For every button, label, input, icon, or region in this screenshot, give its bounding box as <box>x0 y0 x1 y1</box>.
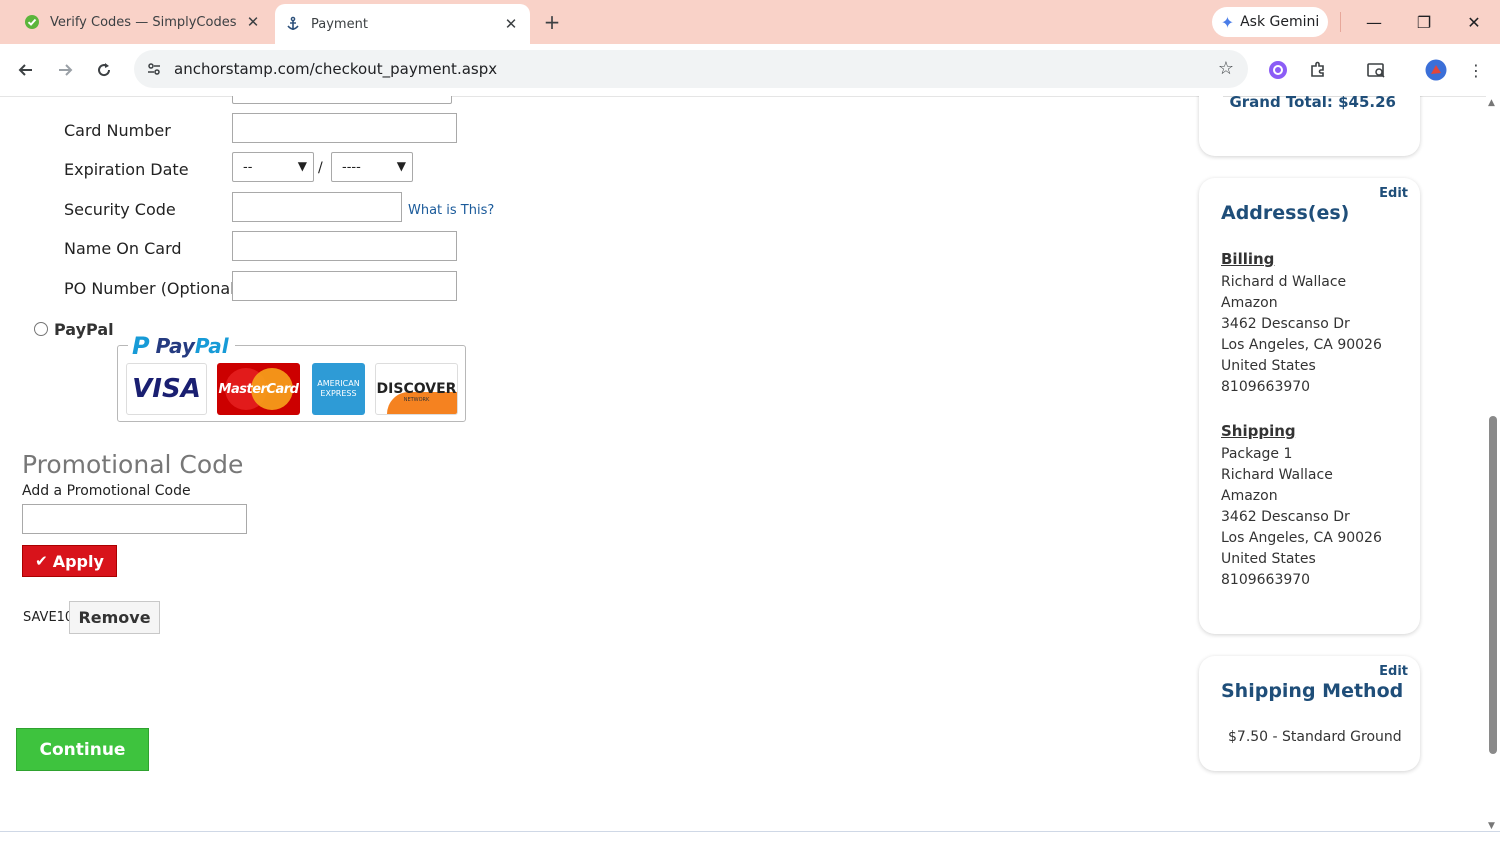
billing-line: Richard d Wallace <box>1221 274 1347 290</box>
window-close-icon[interactable]: ✕ <box>1460 8 1488 36</box>
remove-button[interactable]: Remove <box>69 601 160 634</box>
edit-shipping-link[interactable]: Edit <box>1379 664 1408 679</box>
paypal-p-icon: P <box>132 332 150 360</box>
tab-search-icon[interactable] <box>1364 58 1388 82</box>
bookmark-star-icon[interactable]: ☆ <box>1218 58 1234 79</box>
po-number-input[interactable] <box>232 271 457 301</box>
site-settings-icon[interactable] <box>144 59 164 79</box>
addresses-heading: Address(es) <box>1221 202 1350 224</box>
expiration-date-label: Expiration Date <box>64 160 189 179</box>
what-is-this-link[interactable]: What is This? <box>408 203 494 218</box>
shipping-method-heading: Shipping Method <box>1221 680 1404 702</box>
name-on-card-label: Name On Card <box>64 239 182 258</box>
tab-title: Verify Codes — SimplyCodes <box>50 14 237 30</box>
menu-kebab-icon[interactable]: ⋮ <box>1464 58 1488 82</box>
billing-line: United States <box>1221 358 1316 374</box>
promo-code-input[interactable] <box>22 504 247 534</box>
card-number-input[interactable] <box>232 113 457 143</box>
amex-logo: AMERICAN EXPRESS <box>312 363 365 415</box>
paypal-logo: P Pay Pal <box>128 332 235 360</box>
paypal-label: PayPal <box>54 320 114 339</box>
browser-toolbar: anchorstamp.com/checkout_payment.aspx ☆ … <box>0 44 1500 97</box>
shipping-line: Package 1 <box>1221 446 1293 462</box>
shipping-line: Los Angeles, CA 90026 <box>1221 530 1382 546</box>
shipping-heading: Shipping <box>1221 422 1296 440</box>
billing-line: 8109663970 <box>1221 379 1311 395</box>
tab-title: Payment <box>311 16 368 32</box>
applied-promo-code: SAVE10 <box>23 610 74 625</box>
exp-month-select[interactable]: -- ▼ <box>232 152 314 182</box>
reload-icon[interactable] <box>90 56 118 84</box>
shipping-line: Amazon <box>1221 488 1278 504</box>
bottom-edge <box>0 831 1500 844</box>
continue-button[interactable]: Continue <box>16 728 149 771</box>
apply-button[interactable]: ✔ Apply <box>22 545 117 577</box>
shipping-method-value: $7.50 - Standard Ground <box>1228 729 1402 745</box>
tab-strip: Verify Codes — SimplyCodes ✕ Payment ✕ +… <box>0 0 1500 44</box>
exp-month-value: -- <box>243 159 253 175</box>
gemini-sparkle-icon: ✦ <box>1220 12 1235 32</box>
order-summary-panel: Grand Total: $45.26 <box>1199 96 1420 156</box>
discover-logo: DISCOVER NETWORK <box>375 363 458 415</box>
security-code-input[interactable] <box>232 192 402 222</box>
ask-gemini-label: Ask Gemini <box>1240 14 1320 30</box>
exp-year-value: ---- <box>342 159 361 175</box>
scroll-up-icon[interactable]: ▲ <box>1488 98 1495 108</box>
tab-payment[interactable]: Payment ✕ <box>275 4 530 44</box>
promo-heading: Promotional Code <box>22 450 244 479</box>
edit-addresses-link[interactable]: Edit <box>1379 186 1408 201</box>
checkout-payment-page: Card Number Expiration Date -- ▼ / ---- … <box>0 96 1486 832</box>
po-number-label: PO Number (Optional) <box>64 279 241 298</box>
ask-gemini-button[interactable]: ✦ Ask Gemini <box>1212 7 1328 37</box>
divider <box>1340 12 1341 32</box>
shipping-line: United States <box>1221 551 1316 567</box>
exp-year-select[interactable]: ---- ▼ <box>331 152 413 182</box>
grand-total: Grand Total: $45.26 <box>1229 96 1396 111</box>
card-type-select[interactable] <box>232 96 452 104</box>
simplycodes-icon <box>24 14 40 30</box>
puzzle-extensions-icon[interactable] <box>1306 58 1330 82</box>
billing-heading: Billing <box>1221 250 1275 268</box>
billing-line: Amazon <box>1221 295 1278 311</box>
anchor-icon <box>285 16 301 32</box>
paypal-radio[interactable] <box>34 322 48 336</box>
checkmark-icon: ✔ <box>35 552 48 570</box>
card-number-label: Card Number <box>64 121 171 140</box>
tab-simplycodes[interactable]: Verify Codes — SimplyCodes ✕ <box>14 0 272 44</box>
url-text[interactable]: anchorstamp.com/checkout_payment.aspx <box>174 60 497 78</box>
back-icon[interactable] <box>12 56 40 84</box>
extension-icon[interactable] <box>1266 58 1290 82</box>
billing-line: 3462 Descanso Dr <box>1221 316 1350 332</box>
mastercard-logo: MasterCard <box>217 363 300 415</box>
billing-line: Los Angeles, CA 90026 <box>1221 337 1382 353</box>
shipping-line: Richard Wallace <box>1221 467 1333 483</box>
minimize-icon[interactable]: — <box>1360 8 1388 36</box>
shipping-method-panel: Edit Shipping Method $7.50 - Standard Gr… <box>1199 656 1420 771</box>
visa-logo: VISA <box>126 363 207 415</box>
shipping-line: 3462 Descanso Dr <box>1221 509 1350 525</box>
restore-icon[interactable]: ❐ <box>1410 8 1438 36</box>
scroll-down-icon[interactable]: ▼ <box>1488 821 1495 831</box>
shipping-line: 8109663970 <box>1221 572 1311 588</box>
close-tab-icon[interactable]: ✕ <box>500 13 522 35</box>
new-tab-icon[interactable]: + <box>540 10 564 34</box>
promo-label: Add a Promotional Code <box>22 483 191 499</box>
chevron-down-icon: ▼ <box>396 159 406 173</box>
address-bar[interactable]: anchorstamp.com/checkout_payment.aspx ☆ <box>134 50 1248 88</box>
exp-separator: / <box>318 160 323 176</box>
name-on-card-input[interactable] <box>232 231 457 261</box>
security-code-label: Security Code <box>64 200 176 219</box>
close-tab-icon[interactable]: ✕ <box>242 11 264 33</box>
profile-avatar[interactable] <box>1424 58 1448 82</box>
forward-icon[interactable] <box>51 56 79 84</box>
addresses-panel: Edit Address(es) Billing Richard d Walla… <box>1199 178 1420 634</box>
chevron-down-icon: ▼ <box>297 159 307 173</box>
scrollbar-thumb[interactable] <box>1489 416 1497 754</box>
vertical-scrollbar[interactable]: ▲ ▼ <box>1486 96 1500 832</box>
